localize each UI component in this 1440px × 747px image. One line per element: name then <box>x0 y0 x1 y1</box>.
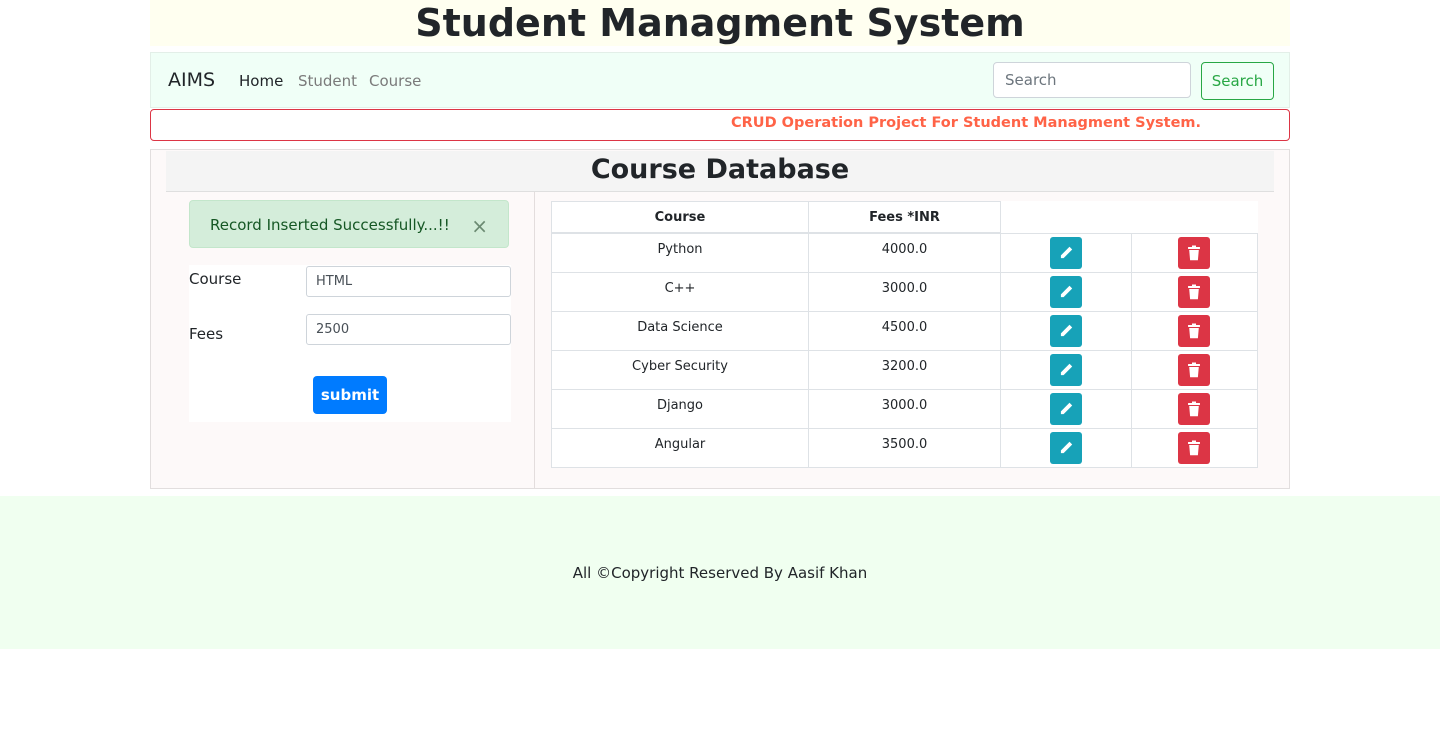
fees-cell: 3000.0 <box>808 388 1001 429</box>
submit-button[interactable]: submit <box>313 376 387 414</box>
table-row: Python 4000.0 <box>551 232 1258 273</box>
pencil-icon <box>1050 245 1082 261</box>
nav-link-student[interactable]: Student <box>298 72 357 90</box>
delete-button[interactable] <box>1178 392 1210 425</box>
course-input[interactable] <box>306 266 511 297</box>
success-alert: Record Inserted Successfully...!! × <box>189 200 509 248</box>
delete-button[interactable] <box>1178 431 1210 464</box>
edit-cell <box>1000 310 1132 351</box>
pencil-icon <box>1050 401 1082 417</box>
edit-cell <box>1000 388 1132 429</box>
trash-icon <box>1178 245 1210 261</box>
fees-cell: 3500.0 <box>808 427 1001 468</box>
course-cell: Angular <box>551 427 809 468</box>
delete-cell <box>1130 427 1258 468</box>
edit-cell <box>1000 271 1132 312</box>
course-cell: C++ <box>551 271 809 312</box>
delete-cell <box>1130 310 1258 351</box>
edit-button[interactable] <box>1049 314 1082 347</box>
table-row: Cyber Security 3200.0 <box>551 349 1258 390</box>
marquee-text: CRUD Operation Project For Student Manag… <box>731 115 1202 131</box>
trash-icon <box>1178 440 1210 456</box>
course-cell: Django <box>551 388 809 429</box>
fees-cell: 3200.0 <box>808 349 1001 390</box>
table-body: Python 4000.0 C++ 3000.0 Data Science 4500.0 C… <box>551 232 1258 468</box>
table-row: Data Science 4500.0 <box>551 310 1258 351</box>
fees-label: Fees <box>189 325 224 343</box>
edit-button[interactable] <box>1049 353 1082 386</box>
trash-icon <box>1178 284 1210 300</box>
delete-cell <box>1130 271 1258 312</box>
alert-message: Record Inserted Successfully...!! <box>210 216 450 234</box>
column-header-delete <box>1131 201 1257 233</box>
fees-cell: 4500.0 <box>808 310 1001 351</box>
fees-cell: 4000.0 <box>808 232 1001 273</box>
course-panel: Course Database Record Inserted Successf… <box>150 149 1290 489</box>
delete-button[interactable] <box>1178 236 1210 269</box>
table-row: Angular 3500.0 <box>551 427 1258 468</box>
trash-icon <box>1178 323 1210 339</box>
table-row: C++ 3000.0 <box>551 271 1258 312</box>
trash-icon <box>1178 401 1210 417</box>
footer-copyright: All ©Copyright Reserved By Aasif Khan <box>572 564 868 582</box>
search-button[interactable]: Search <box>1201 62 1274 100</box>
course-cell: Python <box>551 232 809 273</box>
delete-cell <box>1130 388 1258 429</box>
panel-title: Course Database <box>166 151 1274 192</box>
table-header-row: Course Fees *INR <box>551 201 1257 234</box>
edit-cell <box>1000 427 1132 468</box>
delete-button[interactable] <box>1178 353 1210 386</box>
page-header: Student Managment System <box>150 0 1290 46</box>
panel-divider <box>534 192 535 488</box>
edit-button[interactable] <box>1049 392 1082 425</box>
nav-link-course[interactable]: Course <box>369 72 421 90</box>
nav-link-home[interactable]: Home <box>239 72 283 90</box>
footer: All ©Copyright Reserved By Aasif Khan <box>0 496 1440 649</box>
page-title: Student Managment System <box>415 1 1025 45</box>
pencil-icon <box>1050 284 1082 300</box>
close-icon[interactable]: × <box>471 214 488 238</box>
course-table: Course Fees *INR Python 4000.0 C++ 3000.0 Da… <box>551 201 1258 468</box>
trash-icon <box>1178 362 1210 378</box>
edit-button[interactable] <box>1049 236 1082 269</box>
fees-input[interactable] <box>306 314 511 345</box>
edit-button[interactable] <box>1049 275 1082 308</box>
column-header-course: Course <box>551 201 809 234</box>
navbar-brand[interactable]: AIMS <box>168 69 215 91</box>
edit-cell <box>1000 349 1132 390</box>
edit-cell <box>1000 232 1132 273</box>
marquee-banner: CRUD Operation Project For Student Manag… <box>150 109 1290 141</box>
pencil-icon <box>1050 440 1082 456</box>
delete-button[interactable] <box>1178 314 1210 347</box>
course-label: Course <box>189 270 242 288</box>
pencil-icon <box>1050 323 1082 339</box>
column-header-fees: Fees *INR <box>808 201 1001 234</box>
delete-cell <box>1130 349 1258 390</box>
column-header-edit <box>1000 201 1131 233</box>
delete-cell <box>1130 232 1258 273</box>
search-input[interactable] <box>993 62 1191 98</box>
delete-button[interactable] <box>1178 275 1210 308</box>
navbar: AIMS Home Student Course Search <box>150 52 1290 108</box>
pencil-icon <box>1050 362 1082 378</box>
fees-cell: 3000.0 <box>808 271 1001 312</box>
edit-button[interactable] <box>1049 431 1082 464</box>
table-row: Django 3000.0 <box>551 388 1258 429</box>
course-cell: Cyber Security <box>551 349 809 390</box>
course-cell: Data Science <box>551 310 809 351</box>
course-form: Course Fees submit <box>189 265 511 422</box>
